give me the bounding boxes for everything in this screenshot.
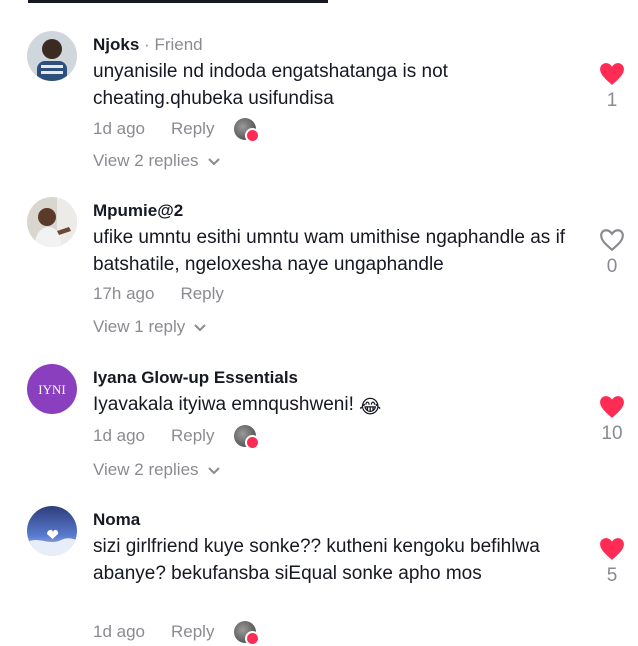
comment-header: Iyana Glow-up Essentials — [93, 368, 298, 388]
like-button[interactable]: 10 — [594, 395, 630, 445]
username[interactable]: Njoks — [93, 35, 139, 54]
view-replies-button[interactable]: View 2 replies — [93, 151, 221, 171]
creator-liked-avatar — [234, 621, 261, 646]
username[interactable]: Noma — [93, 510, 140, 529]
avatar-logo-text: IYNI — [38, 382, 65, 397]
avatar[interactable] — [27, 197, 77, 247]
comment-text: sizi girlfriend kuye sonke?? kutheni ken… — [93, 536, 540, 584]
view-replies-label: View 2 replies — [93, 151, 199, 170]
view-replies-button[interactable]: View 2 replies — [93, 460, 221, 480]
comment-text-body: Iyavakala ityiwa emnqushweni! — [93, 394, 354, 415]
comment-time: 1d ago — [93, 119, 145, 138]
comment-meta: 17h ago Reply — [93, 284, 224, 304]
like-button[interactable]: 0 — [594, 228, 630, 278]
avatar[interactable]: IYNI — [27, 364, 77, 414]
like-count: 5 — [606, 565, 618, 586]
creator-heart-badge — [245, 435, 261, 450]
view-replies-button[interactable]: View 1 reply — [93, 317, 207, 337]
heart-outline-icon — [600, 229, 624, 252]
chevron-down-icon — [207, 158, 220, 166]
comment-meta: 1d ago Reply — [93, 118, 261, 143]
like-count: 10 — [601, 423, 623, 444]
comment-header: Noma — [93, 510, 140, 530]
comment-text: Iyavakala ityiwa emnqushweni! 😂 — [93, 391, 583, 421]
comment-time: 1d ago — [93, 426, 145, 445]
chevron-down-icon — [194, 324, 207, 332]
comment-meta: 1d ago Reply — [93, 621, 261, 646]
reply-button[interactable]: Reply — [180, 284, 223, 304]
comment-header: Njoks · Friend — [93, 35, 203, 55]
avatar[interactable] — [27, 31, 77, 81]
comment-text: ufike umntu esithi umntu wam umithise ng… — [93, 227, 566, 275]
like-count: 0 — [606, 256, 618, 277]
top-divider — [28, 0, 328, 3]
heart-filled-icon — [600, 63, 624, 85]
comment-meta: 1d ago Reply — [93, 425, 261, 450]
like-button[interactable]: 5 — [594, 537, 630, 587]
creator-liked-avatar — [234, 425, 261, 450]
name-separator: · — [144, 35, 150, 54]
heart-filled-icon — [600, 396, 624, 418]
reply-button[interactable]: Reply — [171, 119, 214, 139]
view-replies-label: View 1 reply — [93, 317, 186, 336]
like-count: 1 — [606, 90, 618, 111]
comment-header: Mpumie@2 — [93, 201, 183, 221]
creator-heart-badge — [245, 128, 261, 143]
comment-text: unyanisile nd indoda engatshatanga is no… — [93, 61, 448, 109]
avatar[interactable] — [27, 506, 77, 556]
username[interactable]: Iyana Glow-up Essentials — [93, 368, 298, 387]
reply-button[interactable]: Reply — [171, 426, 214, 446]
username[interactable]: Mpumie@2 — [93, 201, 183, 220]
heart-filled-icon — [600, 538, 624, 560]
like-button[interactable]: 1 — [594, 62, 630, 112]
view-replies-label: View 2 replies — [93, 460, 199, 479]
comment-time: 17h ago — [93, 284, 155, 303]
creator-liked-avatar — [234, 118, 261, 143]
laughing-emoji: 😂 — [359, 397, 382, 418]
creator-heart-badge — [245, 631, 261, 646]
friend-tag: Friend — [154, 35, 203, 54]
reply-button[interactable]: Reply — [171, 622, 214, 642]
chevron-down-icon — [207, 467, 220, 475]
comment-time: 1d ago — [93, 622, 145, 641]
